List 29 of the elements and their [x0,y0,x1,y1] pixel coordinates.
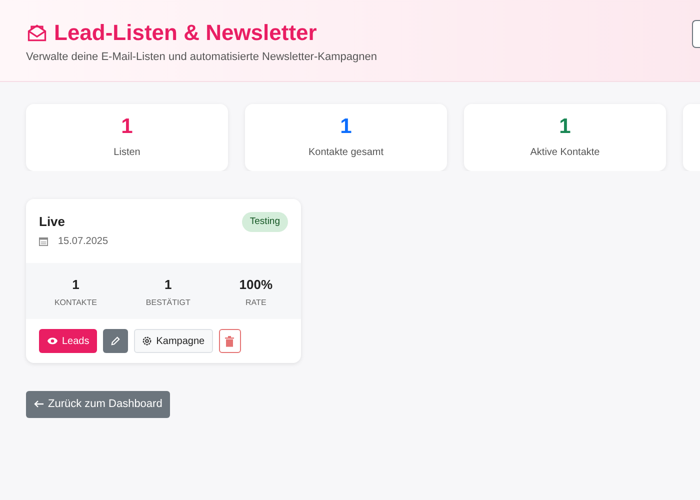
header-button[interactable] [692,20,700,48]
page-subtitle: Verwalte deine E-Mail-Listen und automatisierte Newsletter-Kampagnen [26,50,378,66]
edit-button[interactable] [103,329,128,353]
metric-value: 1 [164,276,173,294]
metric-label: KONTAKTE [54,297,97,309]
list-date: 15.07.2025 [58,234,108,248]
trash-icon [225,336,234,346]
status-badge: Testing [242,212,288,232]
list-name: Live [39,213,66,231]
stat-label: Aktive Kontakte [530,146,600,160]
stat-label: Listen [114,146,140,160]
pencil-icon [111,336,120,346]
metric-value: 1 [71,276,80,294]
stat-value: 1 [121,115,133,139]
campaign-button[interactable]: Kampagne [134,329,213,353]
metric-label: RATE [244,297,268,309]
eye-icon [47,337,58,345]
delete-button[interactable] [218,329,241,353]
calendar-icon [39,236,48,246]
page-title: Lead-Listen & Newsletter [54,20,317,46]
stat-value: 1 [340,115,352,139]
metric-label: BESTÄTIGT [146,297,190,309]
back-button[interactable]: Zurück zum Dashboard [26,391,170,418]
metric-value: 100% [239,276,273,294]
arrow-left-icon [34,400,44,408]
stat-value: 1 [559,115,571,139]
leads-button[interactable]: Leads [39,329,98,353]
stat-label: Kontakte gesamt [308,146,384,160]
gear-icon [142,336,152,346]
